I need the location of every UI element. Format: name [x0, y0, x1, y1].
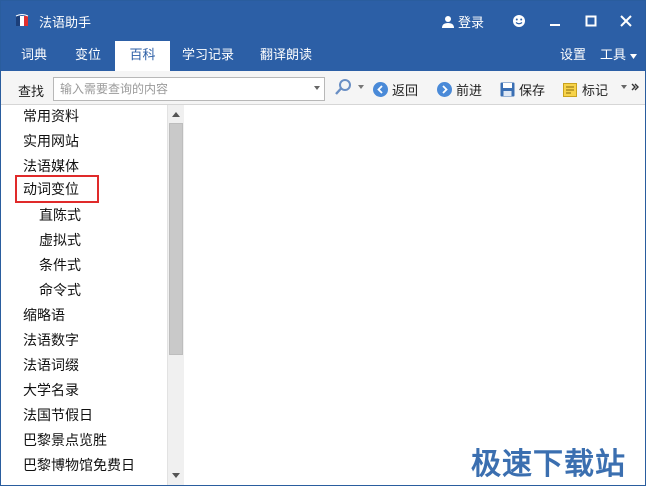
- tab-study-record[interactable]: 学习记录: [173, 41, 243, 71]
- app-logo-icon: [15, 14, 29, 26]
- sidebar-item-paris-museum-free-days[interactable]: 巴黎博物馆免费日: [1, 454, 167, 479]
- maximize-icon: [585, 15, 597, 27]
- sidebar-item-paris-sights[interactable]: 巴黎景点览胜: [1, 429, 167, 454]
- search-input[interactable]: [54, 78, 304, 100]
- sidebar-item-indicative[interactable]: 直陈式: [1, 204, 167, 229]
- sidebar-item-subjunctive[interactable]: 虚拟式: [1, 229, 167, 254]
- sidebar-item-conditional[interactable]: 条件式: [1, 254, 167, 279]
- bookmark-label: 标记: [582, 84, 609, 99]
- sidebar-item-abbreviations[interactable]: 缩略语: [1, 304, 167, 329]
- title-bar: 法语助手 登录: [1, 1, 645, 41]
- app-window: 法语助手 登录 词典 变位 百科 学习记录 翻译朗读 设置 工具 查找 输入需要…: [0, 0, 646, 486]
- save-button[interactable]: 保存: [500, 80, 545, 99]
- back-label: 返回: [392, 84, 419, 99]
- search-icon: [335, 79, 351, 95]
- forward-button[interactable]: 前进: [437, 80, 482, 99]
- login-label: 登录: [458, 16, 485, 31]
- tab-conjugation[interactable]: 变位: [63, 41, 113, 71]
- sidebar-scrollbar[interactable]: [167, 105, 184, 485]
- bookmark-button[interactable]: 标记: [563, 80, 608, 99]
- skin-button[interactable]: [507, 9, 531, 33]
- login-button[interactable]: 登录: [442, 12, 484, 31]
- tab-translate-read[interactable]: 翻译朗读: [251, 41, 321, 71]
- minimize-icon: [550, 24, 560, 26]
- menu-bar: 词典 变位 百科 学习记录 翻译朗读 设置 工具: [1, 41, 645, 71]
- watermark-text: 极速下载站: [471, 447, 626, 482]
- double-chevron-right-icon: [631, 83, 639, 91]
- arrow-right-icon: [437, 82, 452, 97]
- scroll-up-button[interactable]: [168, 106, 184, 122]
- highlight-box: [15, 175, 99, 203]
- search-box: [53, 77, 325, 101]
- chevron-down-icon: [621, 85, 627, 89]
- forward-label: 前进: [456, 84, 483, 99]
- smiley-icon: [513, 15, 525, 27]
- sidebar-item-useful-sites[interactable]: 实用网站: [1, 130, 167, 155]
- maximize-button[interactable]: [579, 9, 603, 33]
- user-icon: [442, 16, 454, 28]
- chevron-down-icon: [358, 85, 364, 89]
- app-title: 法语助手: [39, 16, 92, 31]
- sidebar-item-common-info[interactable]: 常用资料: [1, 105, 167, 130]
- tab-encyclopedia[interactable]: 百科: [115, 41, 170, 71]
- close-button[interactable]: [614, 9, 638, 33]
- scroll-thumb[interactable]: [169, 123, 183, 355]
- tools-menu[interactable]: 工具: [600, 41, 638, 71]
- sidebar-item-imperative[interactable]: 命令式: [1, 279, 167, 304]
- close-icon: [620, 15, 632, 27]
- search-button[interactable]: [334, 78, 364, 96]
- tab-dictionary[interactable]: 词典: [9, 41, 59, 71]
- search-label: 查找: [18, 85, 45, 100]
- content-pane: [184, 105, 645, 485]
- scroll-down-button[interactable]: [168, 467, 184, 483]
- search-dropdown-icon[interactable]: [314, 86, 320, 90]
- save-label: 保存: [519, 84, 546, 99]
- sidebar-item-french-affixes[interactable]: 法语词缀: [1, 354, 167, 379]
- sidebar: 常用资料 实用网站 法语媒体 动词变位 直陈式 虚拟式 条件式 命令式 缩略语 …: [1, 105, 167, 485]
- sidebar-item-french-holidays[interactable]: 法国节假日: [1, 404, 167, 429]
- sidebar-item-university-list[interactable]: 大学名录: [1, 379, 167, 404]
- arrow-left-icon: [373, 82, 388, 97]
- toolbar-overflow-button[interactable]: [621, 83, 639, 91]
- chevron-down-icon: [172, 472, 180, 478]
- bookmark-icon: [563, 83, 577, 97]
- toolbar: 查找 返回 前进: [1, 71, 645, 105]
- minimize-button[interactable]: [543, 9, 567, 33]
- chevron-down-icon: [630, 53, 638, 59]
- chevron-up-icon: [172, 111, 180, 117]
- settings-menu[interactable]: 设置: [560, 41, 586, 71]
- back-button[interactable]: 返回: [373, 80, 418, 99]
- save-icon: [500, 82, 515, 97]
- tools-label: 工具: [600, 48, 627, 63]
- sidebar-item-french-numbers[interactable]: 法语数字: [1, 329, 167, 354]
